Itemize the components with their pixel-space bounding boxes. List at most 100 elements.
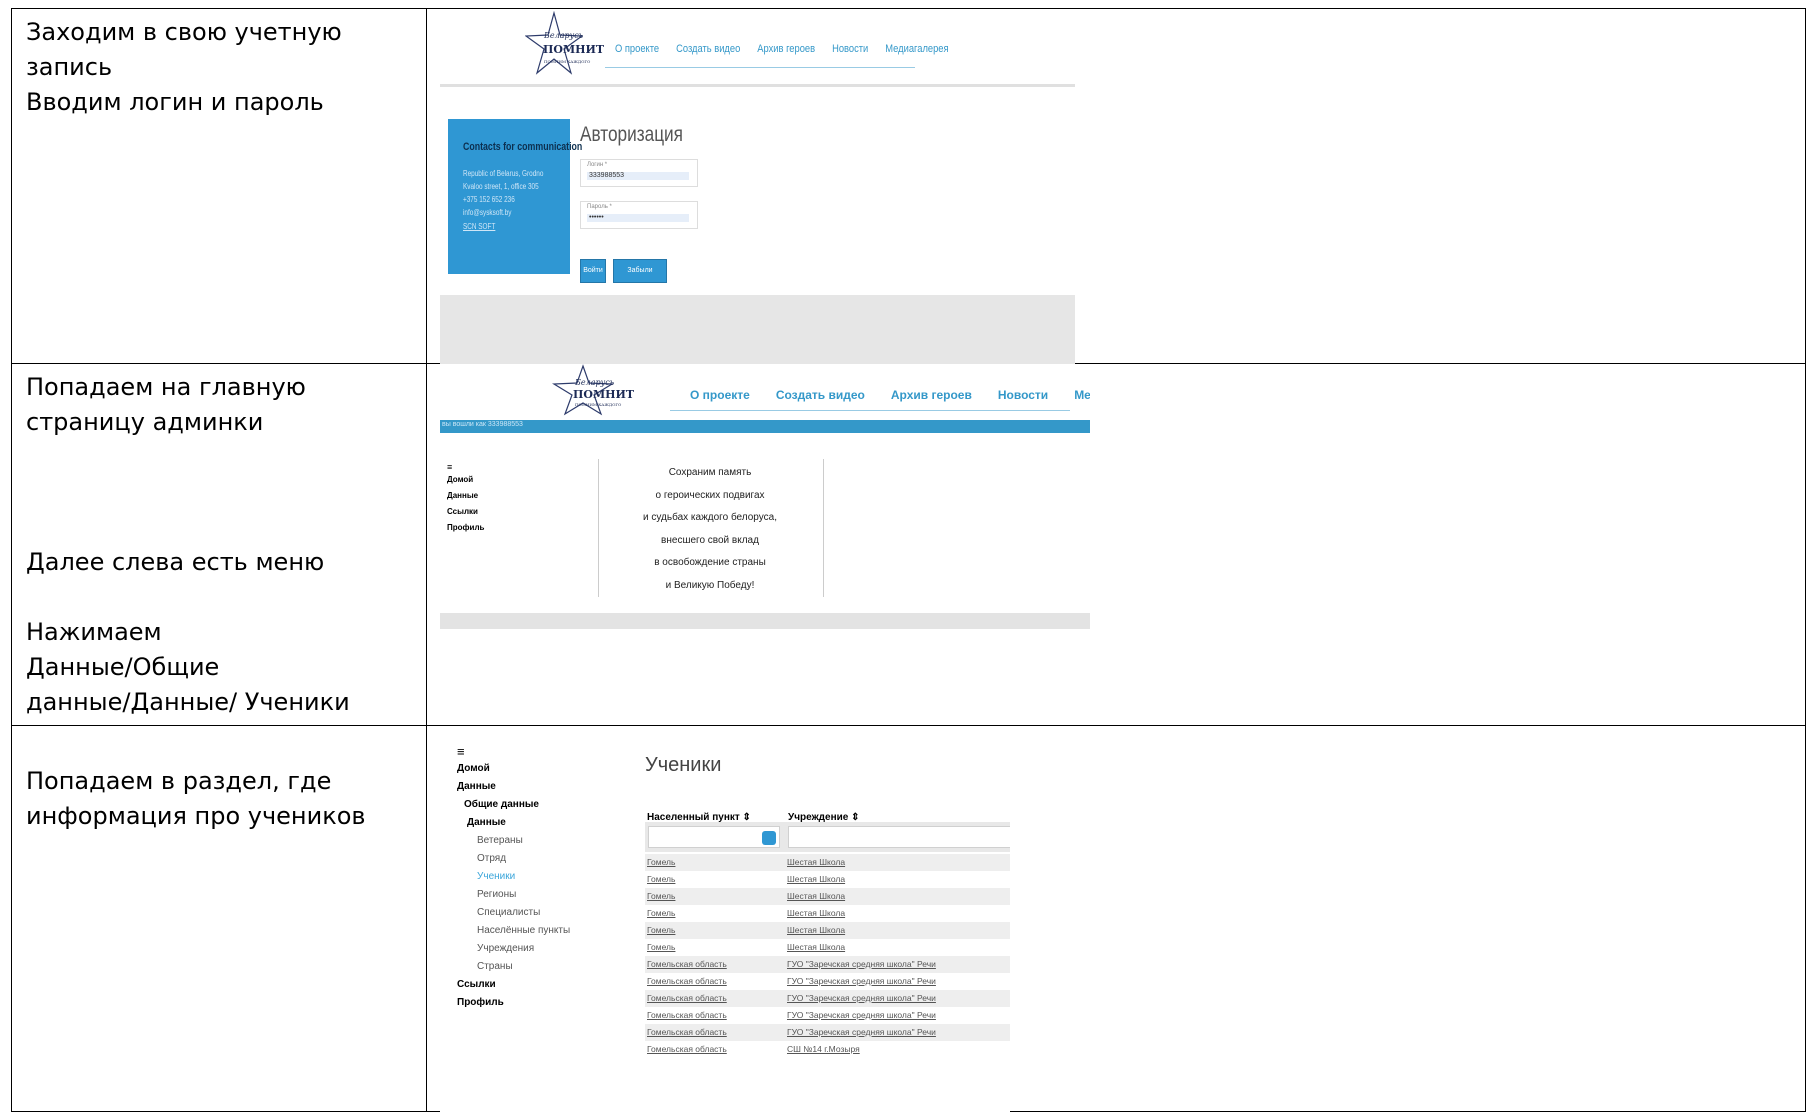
menu-data[interactable]: Данные bbox=[447, 488, 484, 504]
footer-band bbox=[440, 613, 1090, 629]
contact-line: info@sysksoft.by bbox=[463, 208, 512, 217]
nav-divider bbox=[670, 410, 1070, 411]
settlement-link[interactable]: Гомель bbox=[647, 888, 675, 905]
nav-heroes-archive[interactable]: Архив героев bbox=[757, 43, 815, 55]
nav-media[interactable]: Медиагалерея bbox=[1074, 388, 1090, 402]
table-row: Гомель Шестая Школа bbox=[645, 888, 1010, 905]
screenshot-cell: ≡ Домой Данные Общие данные Данные Ветер… bbox=[426, 725, 1806, 1112]
contacts-title: Contacts for communication bbox=[463, 141, 583, 153]
table-row: Гомельская область ГУО "Заречская средняя… bbox=[645, 973, 1010, 990]
institution-link[interactable]: Шестая Школа bbox=[787, 905, 845, 922]
login-label: Логин * bbox=[587, 162, 608, 168]
admin-home-screenshot: Беларусь ПОМНИТ ПОМНИМ КАЖДОГО О проекте… bbox=[440, 364, 1090, 629]
settlement-link[interactable]: Гомельская область bbox=[647, 990, 727, 1007]
menu-countries[interactable]: Страны bbox=[457, 958, 570, 976]
instruction-line: страницу админки bbox=[26, 408, 264, 436]
menu-general-data[interactable]: Общие данные bbox=[457, 796, 570, 814]
nav-create-video[interactable]: Создать видео bbox=[776, 388, 865, 402]
hamburger-icon[interactable]: ≡ bbox=[447, 462, 484, 472]
step-row-students: Попадаем в раздел, где информация про уч… bbox=[11, 725, 1806, 1112]
menu-veterans[interactable]: Ветераны bbox=[457, 832, 570, 850]
slogan-line: в освобождение страны bbox=[654, 557, 766, 568]
settlement-link[interactable]: Гомель bbox=[647, 871, 675, 888]
settlement-link[interactable]: Гомельская область bbox=[647, 1024, 727, 1041]
institution-link[interactable]: СШ №14 г.Мозыря bbox=[787, 1041, 860, 1058]
nav-media[interactable]: Медиагалерея bbox=[885, 43, 948, 55]
settlement-link[interactable]: Гомельская область bbox=[647, 956, 727, 973]
institution-link[interactable]: Шестая Школа bbox=[787, 854, 845, 871]
table-row: Гомель Шестая Школа bbox=[645, 871, 1010, 888]
table-row: Гомельская область ГУО "Заречская средняя… bbox=[645, 956, 1010, 973]
menu-links[interactable]: Ссылки bbox=[447, 504, 484, 520]
menu-institutions[interactable]: Учреждения bbox=[457, 940, 570, 958]
admin-menu: ≡ Домой Данные Ссылки Профиль bbox=[447, 462, 484, 536]
settlement-link[interactable]: Гомель bbox=[647, 854, 675, 871]
institution-link[interactable]: ГУО "Заречская средняя школа" Речи bbox=[787, 1024, 936, 1041]
settlement-link[interactable]: Гомельская область bbox=[647, 1007, 727, 1024]
menu-data[interactable]: Данные bbox=[457, 778, 570, 796]
instruction-line: запись bbox=[26, 53, 113, 81]
institution-link[interactable]: ГУО "Заречская средняя школа" Речи bbox=[787, 1007, 936, 1024]
menu-settlements[interactable]: Населённые пункты bbox=[457, 922, 570, 940]
nav-divider bbox=[605, 67, 915, 68]
contact-link[interactable]: SCN SOFT bbox=[463, 222, 495, 231]
students-screenshot: ≡ Домой Данные Общие данные Данные Ветер… bbox=[440, 726, 1010, 1112]
nav-about[interactable]: О проекте bbox=[615, 43, 659, 55]
login-button[interactable]: Войти bbox=[580, 259, 606, 283]
nav-create-video[interactable]: Создать видео bbox=[676, 43, 740, 55]
institution-link[interactable]: ГУО "Заречская средняя школа" Речи bbox=[787, 973, 936, 990]
settlement-filter-input[interactable] bbox=[648, 826, 780, 848]
institution-link[interactable]: Шестая Школа bbox=[787, 939, 845, 956]
settlement-link[interactable]: Гомель bbox=[647, 922, 675, 939]
settlement-link[interactable]: Гомельская область bbox=[647, 973, 727, 990]
page-title: Ученики bbox=[645, 754, 722, 776]
menu-specialists[interactable]: Специалисты bbox=[457, 904, 570, 922]
logo-script: Беларусь bbox=[575, 378, 615, 387]
login-field[interactable]: Логин * 333988553 bbox=[580, 159, 698, 187]
table-row: Гомель Шестая Школа bbox=[645, 905, 1010, 922]
menu-profile[interactable]: Профиль bbox=[447, 520, 484, 536]
logo-subtitle: ПОМНИМ КАЖДОГО bbox=[575, 402, 622, 407]
nav-about[interactable]: О проекте bbox=[690, 388, 750, 402]
instruction-line: Данные/Общие bbox=[26, 653, 220, 681]
institution-filter-input[interactable] bbox=[788, 826, 1010, 848]
slogan-line: о героических подвигах bbox=[655, 489, 765, 501]
logo-title: ПОМНИТ bbox=[543, 43, 605, 56]
menu-links[interactable]: Ссылки bbox=[457, 976, 570, 994]
slogan-line: Сохраним память bbox=[668, 467, 752, 478]
settlement-link[interactable]: Гомельская область bbox=[647, 1041, 727, 1058]
menu-regions[interactable]: Регионы bbox=[457, 886, 570, 904]
settlement-link[interactable]: Гомель bbox=[647, 905, 675, 922]
password-field[interactable]: Пароль * •••••• bbox=[580, 201, 698, 229]
logo-subtitle: ПОМНИМ КАЖДОГО bbox=[544, 59, 591, 64]
logo-script: Беларусь bbox=[544, 31, 584, 40]
table-row: Гомель Шестая Школа bbox=[645, 854, 1010, 871]
institution-link[interactable]: Шестая Школа bbox=[787, 922, 845, 939]
menu-home[interactable]: Домой bbox=[457, 760, 570, 778]
institution-link[interactable]: Шестая Школа bbox=[787, 888, 845, 905]
menu-students[interactable]: Ученики bbox=[457, 868, 570, 886]
nav-news[interactable]: Новости bbox=[832, 43, 868, 55]
menu-data-sub[interactable]: Данные bbox=[457, 814, 570, 832]
instruction-cell: Попадаем на главную страницу админки Дал… bbox=[11, 363, 427, 726]
divider bbox=[823, 459, 824, 597]
institution-link[interactable]: ГУО "Заречская средняя школа" Речи bbox=[787, 990, 936, 1007]
logo-title: ПОМНИТ bbox=[573, 388, 635, 401]
institution-link[interactable]: Шестая Школа bbox=[787, 871, 845, 888]
logged-in-text: вы вошли как 333988553 bbox=[442, 421, 523, 428]
settlement-link[interactable]: Гомель bbox=[647, 939, 675, 956]
filter-menu-icon[interactable] bbox=[762, 831, 776, 845]
hamburger-icon[interactable]: ≡ bbox=[457, 744, 570, 760]
nav-heroes-archive[interactable]: Архив героев bbox=[891, 388, 972, 402]
forgot-password-button[interactable]: Забыли пароль? bbox=[613, 259, 667, 296]
contacts-panel: Contacts for communication Republic of B… bbox=[448, 119, 582, 274]
menu-squad[interactable]: Отряд bbox=[457, 850, 570, 868]
nav-news[interactable]: Новости bbox=[998, 388, 1048, 402]
menu-home[interactable]: Домой bbox=[447, 472, 484, 488]
institution-link[interactable]: ГУО "Заречская средняя школа" Речи bbox=[787, 956, 936, 973]
main-nav: О проекте Создать видео Архив героев Нов… bbox=[615, 43, 949, 55]
menu-profile[interactable]: Профиль bbox=[457, 994, 570, 1012]
contact-line: Republic of Belarus, Grodno bbox=[463, 169, 544, 178]
password-label: Пароль * bbox=[587, 204, 612, 210]
table-row: Гомель Шестая Школа bbox=[645, 922, 1010, 939]
